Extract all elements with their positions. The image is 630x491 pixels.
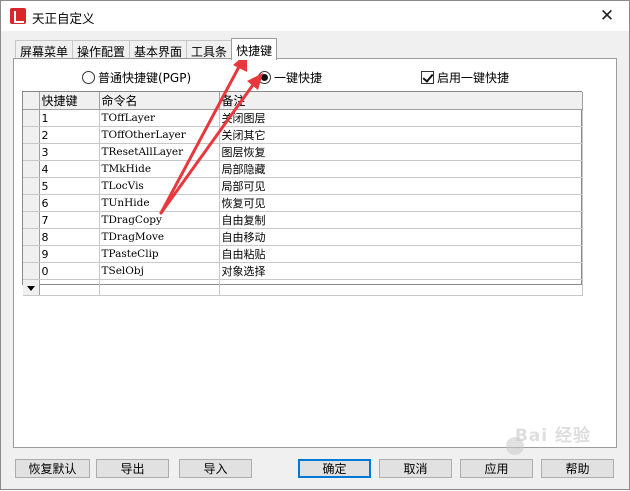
- table-row[interactable]: 4 TMkHide 局部隐藏: [23, 160, 583, 178]
- row-selector[interactable]: [23, 109, 40, 127]
- table-row[interactable]: 5 TLocVis 局部可见: [23, 177, 583, 195]
- cell-note[interactable]: 局部可见: [219, 177, 583, 195]
- radio-pgp[interactable]: [82, 71, 95, 84]
- row-selector[interactable]: [23, 126, 40, 144]
- cell-key[interactable]: 6: [39, 194, 100, 212]
- watermark-text: Bai 经验: [514, 426, 591, 446]
- tab-strip: 屏幕菜单 操作配置 基本界面 工具条 快捷键: [15, 38, 278, 60]
- radio-pgp-option[interactable]: 普通快捷键(PGP): [82, 69, 191, 86]
- cell-command[interactable]: TDragCopy: [99, 211, 220, 229]
- table-row[interactable]: 3 TResetAllLayer 图层恢复: [23, 143, 583, 161]
- enable-onekey-option[interactable]: 启用一键快捷: [421, 69, 509, 86]
- cell-key[interactable]: 3: [39, 143, 100, 161]
- row-selector[interactable]: [23, 194, 40, 212]
- cell-key[interactable]: 7: [39, 211, 100, 229]
- cell-note[interactable]: 恢复可见: [219, 194, 583, 212]
- enable-onekey-label: 启用一键快捷: [437, 71, 510, 85]
- column-header-note[interactable]: 备注: [219, 92, 583, 110]
- row-selector[interactable]: [23, 262, 40, 280]
- window-title: 天正自定义: [32, 11, 95, 26]
- cell-key[interactable]: 4: [39, 160, 100, 178]
- tab-shortcut-keys[interactable]: 快捷键: [231, 38, 278, 60]
- cell-key[interactable]: 8: [39, 228, 100, 246]
- cell-command-new[interactable]: [99, 279, 220, 296]
- table-row[interactable]: 1 TOffLayer 关闭图层: [23, 109, 583, 127]
- cell-command[interactable]: TResetAllLayer: [99, 143, 220, 161]
- table-row[interactable]: 2 TOffOtherLayer 关闭其它: [23, 126, 583, 144]
- table-header-row: 快捷键 命令名 备注: [23, 92, 583, 110]
- cell-note[interactable]: 自由复制: [219, 211, 583, 229]
- tab-toolbar[interactable]: 工具条: [186, 40, 233, 59]
- export-button[interactable]: 导出: [96, 459, 169, 478]
- cell-note[interactable]: 对象选择: [219, 262, 583, 280]
- radio-pgp-label: 普通快捷键(PGP): [98, 71, 192, 85]
- dialog-window: 天正自定义 ✕ 屏幕菜单 操作配置 基本界面 工具条 快捷键 普通快捷键(PGP…: [0, 0, 630, 490]
- cell-note[interactable]: 自由粘贴: [219, 245, 583, 263]
- table-row[interactable]: 8 TDragMove 自由移动: [23, 228, 583, 246]
- table-row[interactable]: 9 TPasteClip 自由粘贴: [23, 245, 583, 263]
- new-entry-row[interactable]: [23, 279, 583, 296]
- shortcut-grid: 快捷键 命令名 备注 1 TOffLayer 关闭图层 2 TOffOtherLaye…: [22, 91, 583, 296]
- apply-button[interactable]: 应用: [460, 459, 533, 478]
- row-selector[interactable]: [23, 143, 40, 161]
- cell-command[interactable]: TMkHide: [99, 160, 220, 178]
- shortcut-table: 快捷键 命令名 备注 1 TOffLayer 关闭图层 2 TOffOtherLaye…: [23, 92, 583, 296]
- table-row[interactable]: 6 TUnHide 恢复可见: [23, 194, 583, 212]
- radio-onekey-option[interactable]: 一键快捷: [258, 69, 322, 86]
- import-button[interactable]: 导入: [179, 459, 252, 478]
- close-icon[interactable]: ✕: [587, 1, 627, 31]
- cell-command[interactable]: TUnHide: [99, 194, 220, 212]
- cell-note[interactable]: 自由移动: [219, 228, 583, 246]
- tab-basic-interface[interactable]: 基本界面: [129, 40, 188, 59]
- table-row[interactable]: 7 TDragCopy 自由复制: [23, 211, 583, 229]
- cell-note[interactable]: 关闭其它: [219, 126, 583, 144]
- cell-command[interactable]: TOffOtherLayer: [99, 126, 220, 144]
- cell-key[interactable]: 1: [39, 109, 100, 127]
- cancel-button[interactable]: 取消: [379, 459, 452, 478]
- row-selector[interactable]: [23, 228, 40, 246]
- row-selector-header: [23, 92, 40, 110]
- tangent-app-icon: [10, 8, 26, 24]
- tab-screen-menu[interactable]: 屏幕菜单: [15, 40, 74, 59]
- cell-note[interactable]: 关闭图层: [219, 109, 583, 127]
- column-header-key[interactable]: 快捷键: [39, 92, 100, 110]
- cell-key[interactable]: 2: [39, 126, 100, 144]
- cell-command[interactable]: TSelObj: [99, 262, 220, 280]
- tab-operation-config[interactable]: 操作配置: [72, 40, 131, 59]
- help-button[interactable]: 帮助: [541, 459, 614, 478]
- cell-note[interactable]: 图层恢复: [219, 143, 583, 161]
- cell-key[interactable]: 9: [39, 245, 100, 263]
- cell-command[interactable]: TLocVis: [99, 177, 220, 195]
- row-selector[interactable]: [23, 160, 40, 178]
- row-selector[interactable]: [23, 177, 40, 195]
- cell-command[interactable]: TPasteClip: [99, 245, 220, 263]
- radio-onekey[interactable]: [258, 71, 271, 84]
- enable-onekey-checkbox[interactable]: [421, 71, 434, 84]
- dropdown-arrow-icon[interactable]: [27, 286, 35, 291]
- baidu-paw-icon: [506, 437, 524, 455]
- radio-onekey-label: 一键快捷: [274, 71, 323, 85]
- table-row[interactable]: 0 TSelObj 对象选择: [23, 262, 583, 280]
- row-selector[interactable]: [23, 211, 40, 229]
- row-selector[interactable]: [23, 245, 40, 263]
- column-header-command[interactable]: 命令名: [99, 92, 220, 110]
- cell-key[interactable]: 5: [39, 177, 100, 195]
- cell-command[interactable]: TDragMove: [99, 228, 220, 246]
- cell-key[interactable]: 0: [39, 262, 100, 280]
- title-bar[interactable]: 天正自定义 ✕: [1, 1, 629, 31]
- cell-note-new[interactable]: [219, 279, 583, 296]
- ok-button[interactable]: 确定: [298, 459, 371, 478]
- cell-note[interactable]: 局部隐藏: [219, 160, 583, 178]
- row-selector[interactable]: [23, 279, 40, 296]
- restore-default-button[interactable]: 恢复默认: [15, 459, 90, 478]
- cell-command[interactable]: TOffLayer: [99, 109, 220, 127]
- cell-key-new[interactable]: [39, 279, 100, 296]
